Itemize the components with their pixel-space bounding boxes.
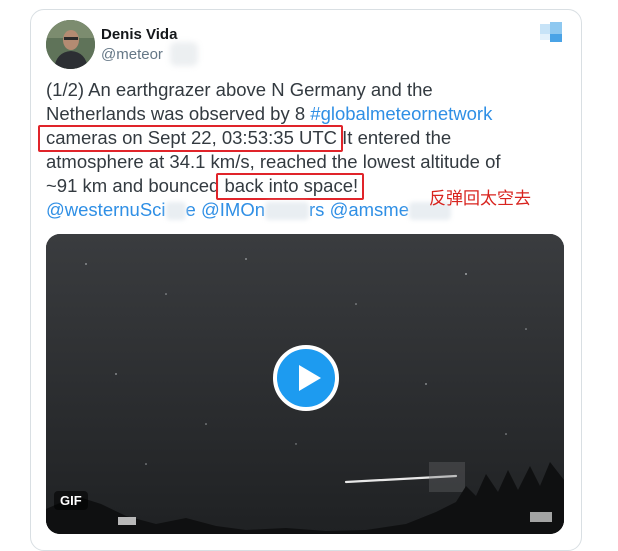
tweet-text-segment: ~91 km and bounced — [46, 175, 225, 196]
blurred-logo-icon[interactable] — [536, 18, 570, 46]
chinese-annotation: 反弹回太空去 — [429, 189, 531, 209]
highlighted-space-text: back into space! — [224, 175, 359, 196]
tweet-text-segment: atmosphere at 34.1 km/s, reached the low… — [46, 151, 501, 172]
gif-media[interactable]: GIF — [46, 234, 564, 534]
redaction-blur — [170, 42, 198, 66]
redaction-blur — [165, 202, 186, 221]
person-avatar-icon — [46, 20, 95, 69]
mention-link-1-tail[interactable]: e — [186, 199, 196, 220]
tweet-text-segment: Netherlands was observed by 8 — [46, 103, 311, 124]
mention-link-1[interactable]: @westernuSci — [46, 199, 166, 220]
redaction-blur — [265, 202, 309, 221]
tweet-line: atmosphere at 34.1 km/s, reached the low… — [46, 150, 576, 174]
avatar[interactable] — [46, 20, 95, 69]
mention-link-3[interactable]: @amsme — [330, 199, 409, 220]
author-display-name[interactable]: Denis Vida — [101, 26, 177, 43]
tweet-text-segment: (1/2) An earthgrazer above N Germany and… — [46, 79, 433, 100]
tweet-line: (1/2) An earthgrazer above N Germany and… — [46, 78, 576, 102]
hashtag-link[interactable]: #globalmeteornetwork — [310, 103, 492, 124]
author-handle[interactable]: @meteor — [101, 46, 163, 63]
gif-badge: GIF — [54, 491, 88, 510]
play-icon — [299, 365, 321, 391]
play-button[interactable] — [273, 345, 339, 411]
highlighted-time-text: cameras on Sept 22, 03:53:35 UTC — [46, 127, 338, 148]
mention-link-2[interactable]: @IMOn — [201, 199, 265, 220]
tweet-line: Netherlands was observed by 8 #globalmet… — [46, 102, 576, 126]
tweet-text-segment: It entered the — [337, 127, 452, 148]
mention-link-2-tail[interactable]: rs — [309, 199, 324, 220]
tweet-line: cameras on Sept 22, 03:53:35 UTC It ente… — [46, 126, 576, 150]
